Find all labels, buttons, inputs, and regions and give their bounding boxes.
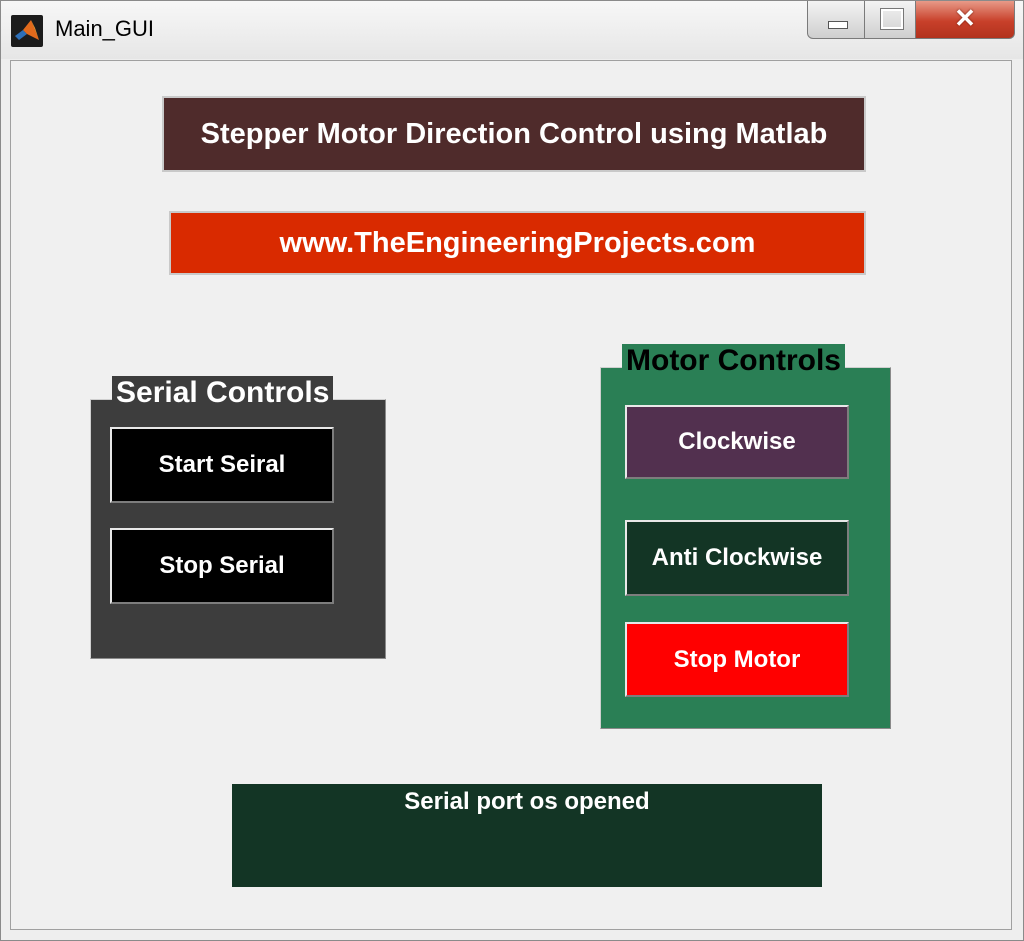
maximize-button[interactable]	[864, 1, 916, 39]
matlab-icon	[11, 15, 43, 47]
minimize-button[interactable]	[807, 1, 865, 39]
serial-controls-title: Serial Controls	[112, 376, 334, 410]
website-banner: www.TheEngineeringProjects.com	[169, 211, 866, 275]
status-message: Serial port os opened	[404, 788, 650, 815]
clockwise-button[interactable]: Clockwise	[625, 405, 849, 479]
anti-clockwise-button[interactable]: Anti Clockwise	[625, 520, 849, 596]
stop-serial-button[interactable]: Stop Serial	[110, 528, 334, 604]
motor-controls-title: Motor Controls	[622, 344, 845, 378]
maximize-icon	[880, 8, 904, 30]
status-display: Serial port os opened	[232, 784, 822, 887]
start-serial-button[interactable]: Start Seiral	[110, 427, 334, 503]
stop-motor-button[interactable]: Stop Motor	[625, 622, 849, 697]
minimize-icon	[828, 21, 848, 29]
title-bar[interactable]: Main_GUI ✕	[1, 1, 1023, 59]
main-window: Main_GUI ✕ Stepper Motor Direction Contr…	[0, 0, 1024, 941]
app-title-banner: Stepper Motor Direction Control using Ma…	[162, 96, 866, 172]
close-icon: ✕	[954, 3, 976, 33]
close-button[interactable]: ✕	[915, 1, 1015, 39]
window-title: Main_GUI	[55, 16, 155, 41]
